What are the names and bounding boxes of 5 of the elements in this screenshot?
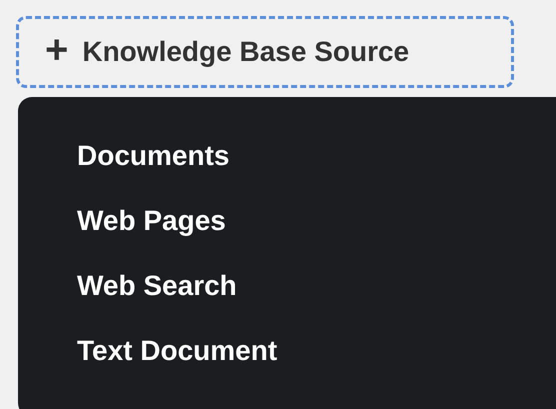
menu-item[interactable]: Web Search xyxy=(18,269,556,334)
menu-item[interactable]: Web Pages xyxy=(18,204,556,269)
menu-item[interactable]: Documents xyxy=(18,139,556,204)
menu-item[interactable]: Text Document xyxy=(18,334,556,399)
add-source-button[interactable]: + Knowledge Base Source xyxy=(16,16,514,88)
